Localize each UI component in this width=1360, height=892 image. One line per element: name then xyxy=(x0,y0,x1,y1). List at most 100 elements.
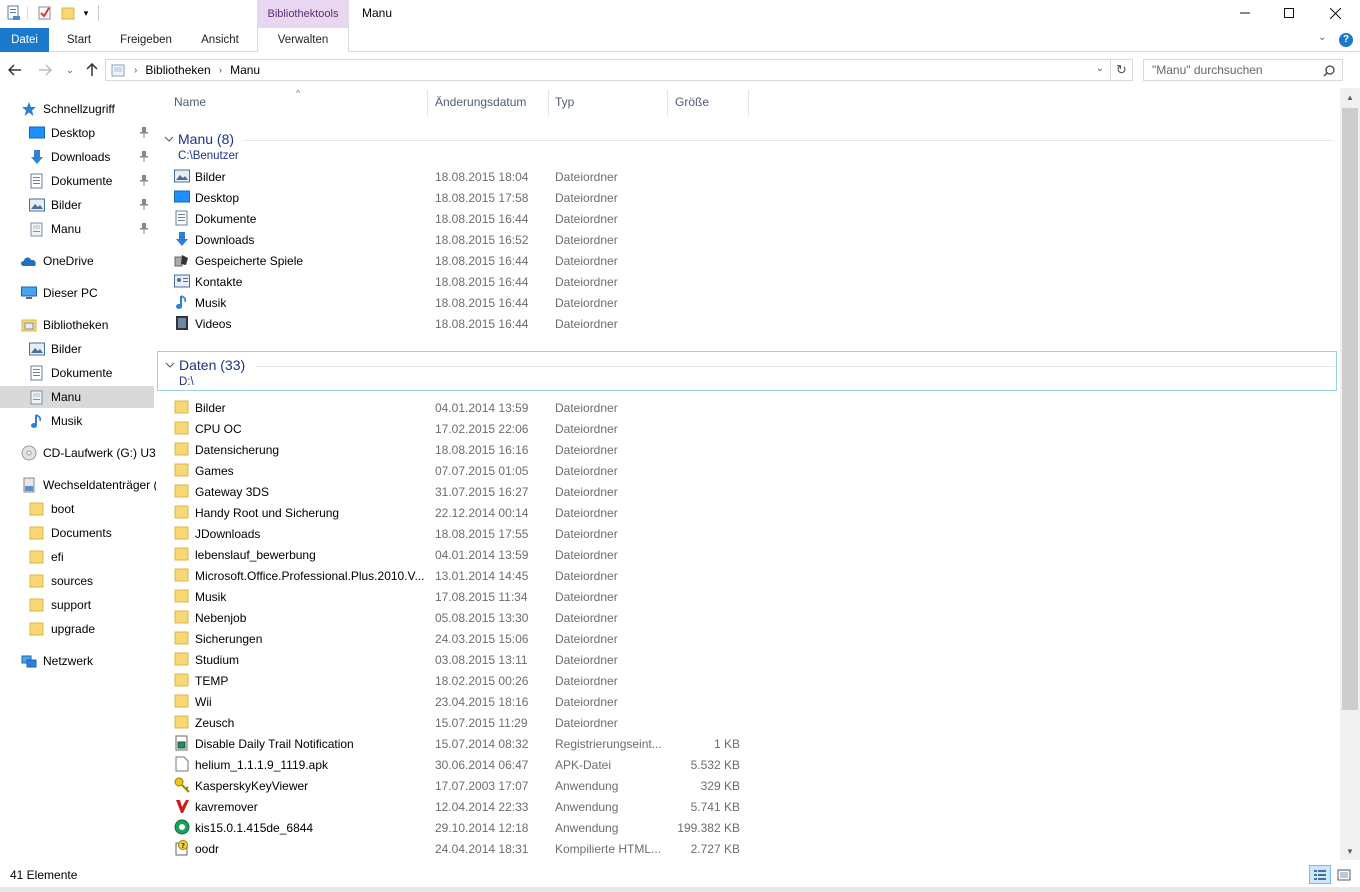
sidebar-item-manu[interactable]: Manu xyxy=(0,218,154,240)
sidebar-item-support[interactable]: support xyxy=(0,594,154,616)
file-row[interactable]: Games 07.07.2015 01:05 Dateiordner xyxy=(172,460,762,481)
pin-icon[interactable] xyxy=(140,175,148,186)
chevron-down-icon[interactable] xyxy=(164,134,174,144)
column-header-name[interactable]: Name xyxy=(174,88,206,116)
pin-icon[interactable] xyxy=(140,223,148,234)
sidebar-item-schnellzugriff[interactable]: Schnellzugriff xyxy=(0,98,154,120)
sidebar-item-bilder[interactable]: Bilder xyxy=(0,338,154,360)
file-row[interactable]: Kontakte 18.08.2015 16:44 Dateiordner xyxy=(172,271,762,292)
sidebar-item-bibliotheken[interactable]: Bibliotheken xyxy=(0,314,154,336)
sidebar-item-cd-laufwerk-g-u3[interactable]: CD-Laufwerk (G:) U3 xyxy=(0,442,156,464)
tab-freigeben[interactable]: Freigeben xyxy=(112,28,180,52)
sidebar-item-sources[interactable]: sources xyxy=(0,570,154,592)
sidebar-item-upgrade[interactable]: upgrade xyxy=(0,618,154,640)
up-button[interactable] xyxy=(83,61,101,79)
column-divider[interactable] xyxy=(427,90,428,116)
sidebar-item-manu[interactable]: Manu xyxy=(0,386,154,408)
vertical-scrollbar[interactable]: ▲ ▼ xyxy=(1340,88,1360,860)
recent-locations-button[interactable]: ⌄ xyxy=(61,61,79,79)
pin-icon[interactable] xyxy=(140,199,148,210)
breadcrumb-manu[interactable]: Manu xyxy=(230,63,260,77)
column-divider[interactable] xyxy=(748,90,749,116)
file-row[interactable]: helium_1.1.1.9_1119.apk 30.06.2014 06:47 A… xyxy=(172,754,762,775)
minimize-button[interactable] xyxy=(1222,0,1268,26)
search-input[interactable]: "Manu" durchsuchen xyxy=(1143,59,1343,81)
address-dropdown-icon[interactable]: ⌄ xyxy=(1096,63,1104,74)
column-header-size[interactable]: Größe xyxy=(675,88,709,116)
file-row[interactable]: TEMP 18.02.2015 00:26 Dateiordner xyxy=(172,670,762,691)
help-icon[interactable]: ? xyxy=(1339,33,1353,47)
sidebar-item-bilder[interactable]: Bilder xyxy=(0,194,154,216)
file-row[interactable]: Dokumente 18.08.2015 16:44 Dateiordner xyxy=(172,208,762,229)
file-row[interactable]: Gateway 3DS 31.07.2015 16:27 Dateiordner xyxy=(172,481,762,502)
properties-icon[interactable] xyxy=(6,4,22,22)
tab-verwalten[interactable]: Verwalten xyxy=(257,28,349,52)
file-row[interactable]: Studium 03.08.2015 13:11 Dateiordner xyxy=(172,649,762,670)
new-folder-icon[interactable] xyxy=(60,4,76,22)
tab-datei[interactable]: Datei xyxy=(0,28,49,52)
group-header[interactable]: Daten (33) D:\ xyxy=(157,351,1337,391)
column-header-type[interactable]: Typ xyxy=(555,88,574,116)
file-row[interactable]: CPU OC 17.02.2015 22:06 Dateiordner xyxy=(172,418,762,439)
file-row[interactable]: Gespeicherte Spiele 18.08.2015 16:44 Datei… xyxy=(172,250,762,271)
chevron-down-icon[interactable] xyxy=(165,360,175,370)
file-row[interactable]: Handy Root und Sicherung 22.12.2014 00:14… xyxy=(172,502,762,523)
close-button[interactable] xyxy=(1312,0,1358,26)
file-row[interactable]: Disable Daily Trail Notification 15.07.20… xyxy=(172,733,762,754)
file-row[interactable]: lebenslauf_bewerbung 04.01.2014 13:59 Date… xyxy=(172,544,762,565)
back-button[interactable] xyxy=(6,61,24,79)
large-icons-view-button[interactable] xyxy=(1333,865,1355,884)
file-row[interactable]: Microsoft.Office.Professional.Plus.2010.… xyxy=(172,565,762,586)
column-header-date[interactable]: Änderungsdatum xyxy=(435,88,526,116)
pin-icon[interactable] xyxy=(140,151,148,162)
file-row[interactable]: Wii 23.04.2015 18:16 Dateiordner xyxy=(172,691,762,712)
tab-ansicht[interactable]: Ansicht xyxy=(192,28,248,52)
file-row[interactable]: kis15.0.1.415de_6844 29.10.2014 12:18 Anwe… xyxy=(172,817,762,838)
file-row[interactable]: Zeusch 15.07.2015 11:29 Dateiordner xyxy=(172,712,762,733)
group-header[interactable]: Manu (8) C:\Benutzer xyxy=(157,126,1337,166)
pin-icon[interactable] xyxy=(140,127,148,138)
details-view-button[interactable] xyxy=(1309,865,1331,884)
file-row[interactable]: kavremover 12.04.2014 22:33 Anwendung 5.741… xyxy=(172,796,762,817)
sidebar-item-boot[interactable]: boot xyxy=(0,498,154,520)
refresh-button[interactable]: ↻ xyxy=(1111,59,1133,81)
file-row[interactable]: Nebenjob 05.08.2015 13:30 Dateiordner xyxy=(172,607,762,628)
sidebar-item-musik[interactable]: Musik xyxy=(0,410,154,432)
customize-toolbar-icon[interactable]: ▾ xyxy=(80,4,92,22)
breadcrumb-separator-icon[interactable]: › xyxy=(134,65,137,76)
checkmark-icon[interactable] xyxy=(37,4,53,22)
scroll-up-icon[interactable]: ▲ xyxy=(1340,88,1360,106)
file-row[interactable]: Musik 17.08.2015 11:34 Dateiordner xyxy=(172,586,762,607)
sidebar-item-desktop[interactable]: Desktop xyxy=(0,122,154,144)
sidebar-item-onedrive[interactable]: OneDrive xyxy=(0,250,154,272)
file-row[interactable]: ? oodr 24.04.2014 18:31 Kompilierte HTML...… xyxy=(172,838,762,859)
address-bar[interactable]: › Bibliotheken › Manu ⌄ xyxy=(105,59,1111,81)
file-row[interactable]: Videos 18.08.2015 16:44 Dateiordner xyxy=(172,313,762,334)
breadcrumb-bibliotheken[interactable]: Bibliotheken xyxy=(145,63,210,77)
file-row[interactable]: Bilder 18.08.2015 18:04 Dateiordner xyxy=(172,166,762,187)
scroll-down-icon[interactable]: ▼ xyxy=(1340,842,1360,860)
column-divider[interactable] xyxy=(667,90,668,116)
sidebar-item-downloads[interactable]: Downloads xyxy=(0,146,154,168)
sidebar-item-wechseldatenträger[interactable]: Wechseldatenträger ( xyxy=(0,474,156,496)
sidebar-item-dieser-pc[interactable]: Dieser PC xyxy=(0,282,154,304)
sidebar-item-netzwerk[interactable]: Netzwerk xyxy=(0,650,154,672)
tab-start[interactable]: Start xyxy=(56,28,102,52)
file-row[interactable]: Musik 18.08.2015 16:44 Dateiordner xyxy=(172,292,762,313)
file-row[interactable]: Downloads 18.08.2015 16:52 Dateiordner xyxy=(172,229,762,250)
expand-ribbon-icon[interactable]: ⌄ xyxy=(1318,32,1326,43)
file-row[interactable]: Sicherungen 24.03.2015 15:06 Dateiordner xyxy=(172,628,762,649)
sidebar-item-dokumente[interactable]: Dokumente xyxy=(0,170,154,192)
file-row[interactable]: Desktop 18.08.2015 17:58 Dateiordner xyxy=(172,187,762,208)
sidebar-item-efi[interactable]: efi xyxy=(0,546,154,568)
sidebar-item-dokumente[interactable]: Dokumente xyxy=(0,362,154,384)
breadcrumb-separator-icon[interactable]: › xyxy=(219,65,222,76)
maximize-button[interactable] xyxy=(1266,0,1312,26)
scrollbar-thumb[interactable] xyxy=(1342,108,1358,710)
file-row[interactable]: JDownloads 18.08.2015 17:55 Dateiordner xyxy=(172,523,762,544)
file-row[interactable]: KasperskyKeyViewer 17.07.2003 17:07 Anwend… xyxy=(172,775,762,796)
column-divider[interactable] xyxy=(548,90,549,116)
file-row[interactable]: Bilder 04.01.2014 13:59 Dateiordner xyxy=(172,397,762,418)
forward-button[interactable] xyxy=(36,61,54,79)
file-row[interactable]: Datensicherung 18.08.2015 16:16 Dateiordne… xyxy=(172,439,762,460)
